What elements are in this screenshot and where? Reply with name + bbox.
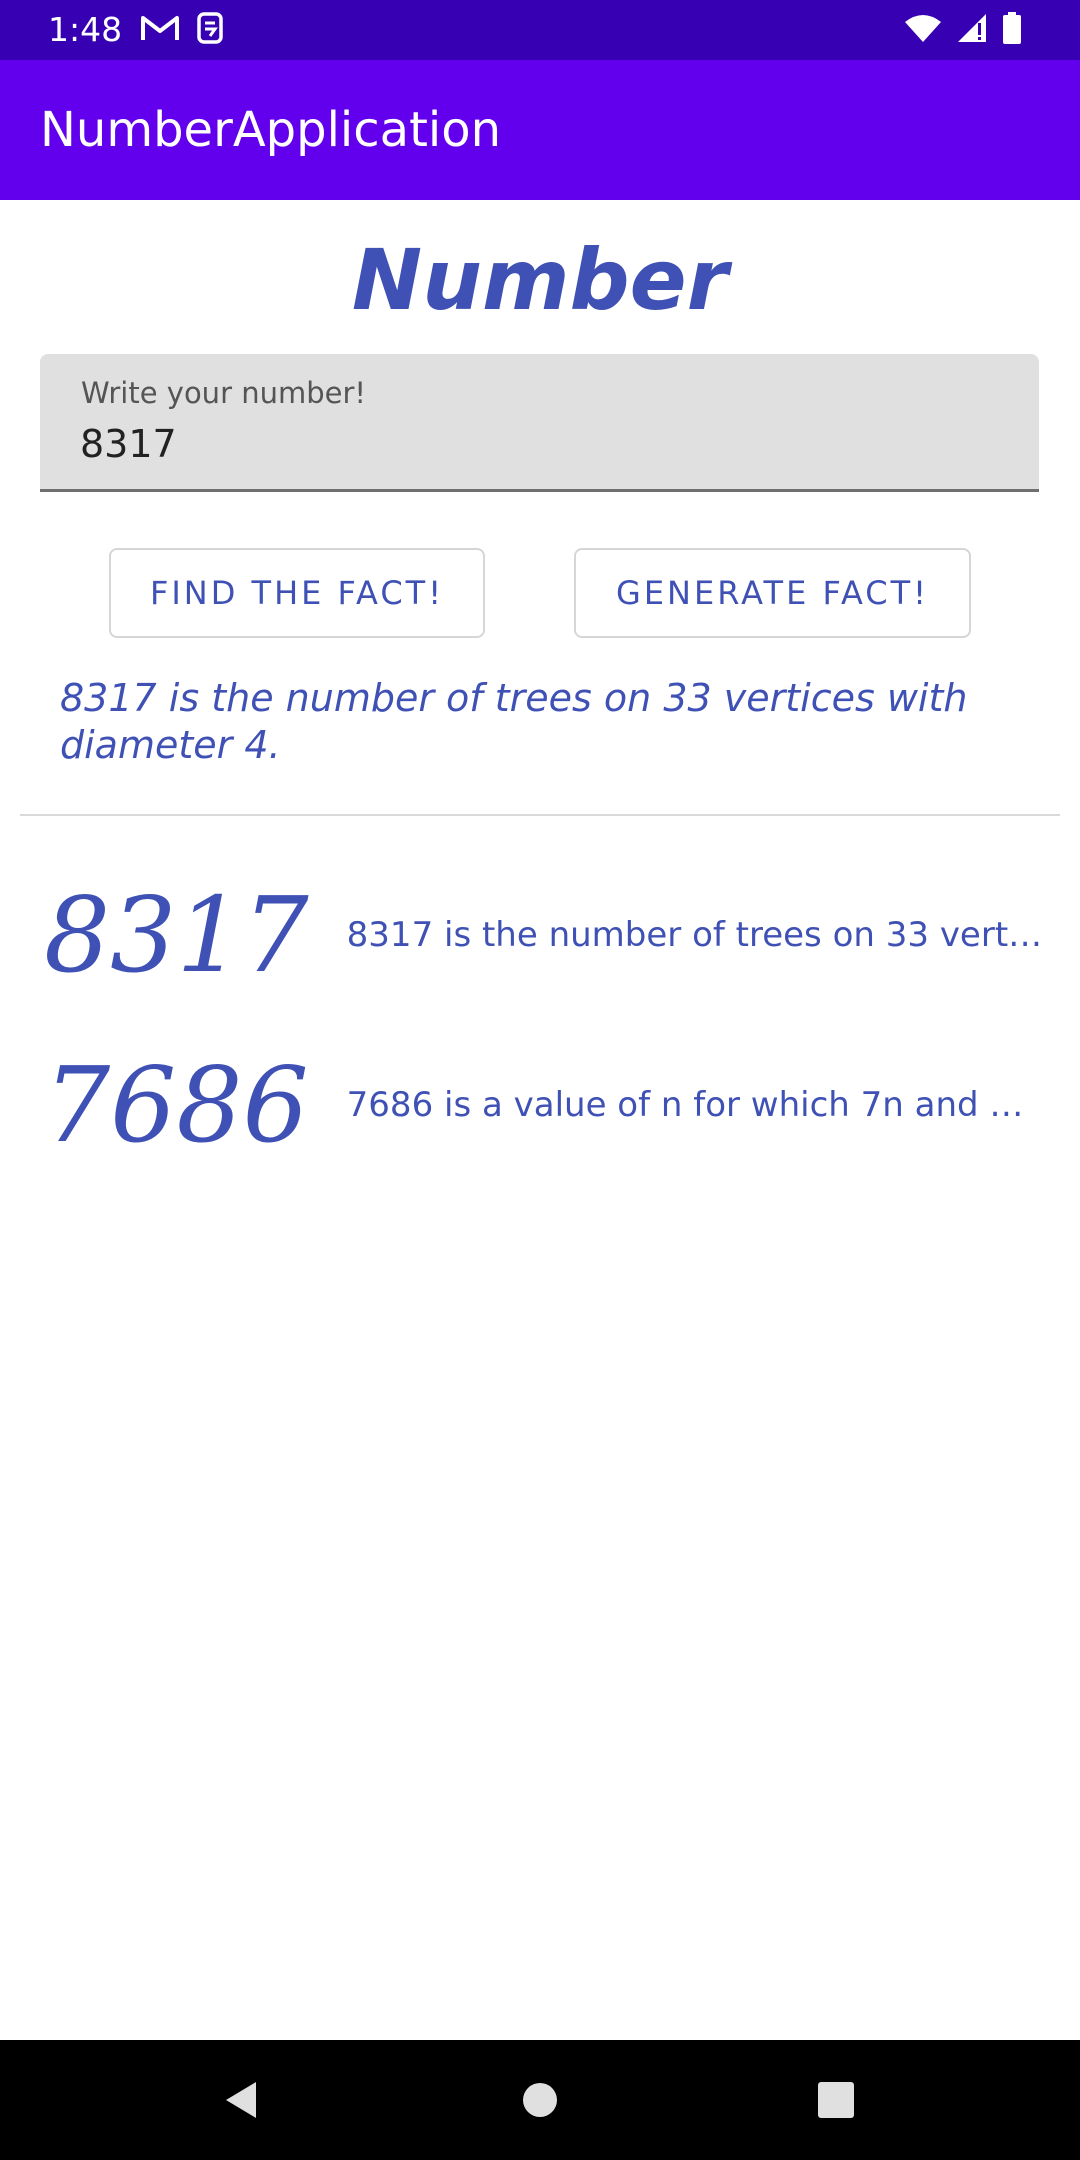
battery-icon	[1002, 11, 1022, 49]
page-heading: Number	[351, 231, 729, 329]
recents-button[interactable]	[806, 2070, 866, 2130]
status-system-icons	[904, 11, 1022, 49]
fact-result-text: 8317 is the number of trees on 33 vertic…	[60, 676, 968, 767]
history-item-fact: 8317 is the number of trees on 33 vertic…	[346, 915, 1080, 955]
divider	[20, 814, 1060, 816]
app-title: NumberApplication	[40, 102, 502, 158]
sim-notification-icon	[196, 11, 224, 50]
gmail-icon	[140, 13, 180, 48]
history-item[interactable]: 7686 7686 is a value of n for which 7n a…	[0, 1030, 1080, 1180]
number-input-field[interactable]: Write your number!	[40, 354, 1039, 492]
history-item[interactable]: 8317 8317 is the number of trees on 33 v…	[0, 860, 1080, 1010]
wifi-icon	[904, 13, 942, 48]
number-input[interactable]	[80, 418, 980, 470]
home-icon	[523, 2083, 557, 2117]
history-item-number: 8317	[44, 874, 309, 996]
generate-fact-button[interactable]: GENERATE FACT!	[574, 548, 971, 638]
history-item-number: 7686	[44, 1044, 309, 1166]
navigation-bar	[0, 2040, 1080, 2160]
back-icon	[226, 2082, 256, 2118]
back-button[interactable]	[212, 2070, 272, 2130]
number-input-label: Write your number!	[81, 376, 367, 410]
history-item-fact: 7686 is a value of n for which 7n and 9n…	[346, 1085, 1080, 1125]
status-notification-icons	[140, 11, 224, 50]
main-content: Number Write your number! FIND THE FACT!…	[0, 200, 1080, 2040]
app-bar: NumberApplication	[0, 60, 1080, 200]
recents-icon	[818, 2082, 854, 2118]
status-time: 1:48	[48, 10, 123, 49]
find-fact-button[interactable]: FIND THE FACT!	[109, 548, 485, 638]
cellular-signal-icon	[956, 13, 988, 48]
status-bar: 1:48	[0, 0, 1080, 60]
home-button[interactable]	[510, 2070, 570, 2130]
